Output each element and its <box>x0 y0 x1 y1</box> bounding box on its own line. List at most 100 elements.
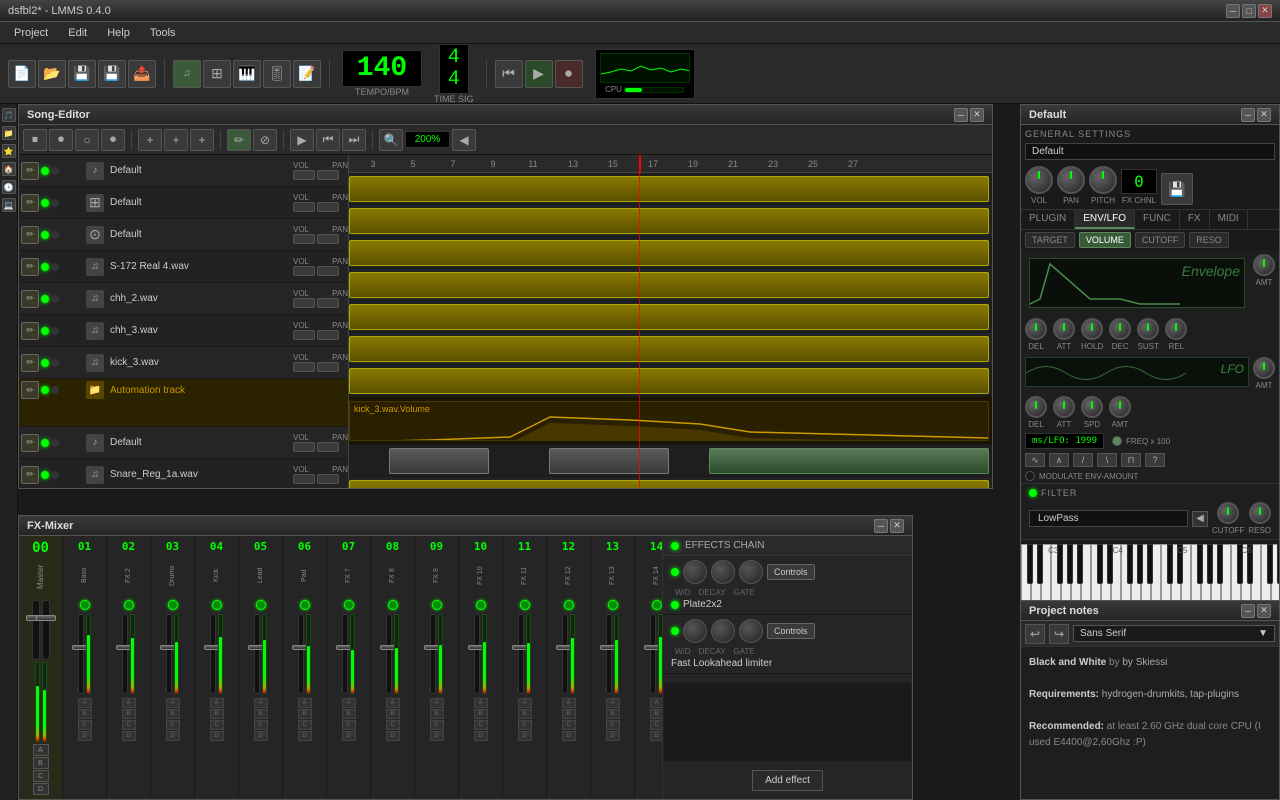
fx-fader-handle-r[interactable] <box>36 615 56 621</box>
fx-ch-enable-07[interactable] <box>344 600 354 610</box>
reso-knob[interactable] <box>1249 502 1271 524</box>
fx-fader-02[interactable] <box>122 614 128 694</box>
ch-send-b-03[interactable]: B <box>166 709 180 719</box>
erase-mode[interactable]: ⊘ <box>253 129 277 151</box>
track-clip[interactable] <box>349 272 989 298</box>
ch-send-d-08[interactable]: D <box>386 731 400 741</box>
ch-send-a-03[interactable]: A <box>166 698 180 708</box>
ch-send-a-10[interactable]: A <box>474 698 488 708</box>
lfo-shape-reverse-saw[interactable]: \ <box>1097 453 1117 467</box>
filter-enable-led[interactable] <box>1029 489 1037 497</box>
piano-black-key[interactable] <box>1037 544 1043 584</box>
ch-send-a-12[interactable]: A <box>562 698 576 708</box>
ch-send-b-09[interactable]: B <box>430 709 444 719</box>
plugin-tab-plugin[interactable]: PLUGIN <box>1021 210 1075 229</box>
piano-black-key[interactable] <box>1267 544 1273 584</box>
piano-roll-btn[interactable]: 🎹 <box>233 60 261 88</box>
ch-send-a[interactable]: A <box>33 744 49 756</box>
track-edit-btn[interactable]: ✏ <box>21 194 39 212</box>
track-edit-btn[interactable]: ✏ <box>21 322 39 340</box>
effect-knob-gate-1[interactable] <box>739 560 763 584</box>
fx-ch-enable-02[interactable] <box>124 600 134 610</box>
track-solo-led[interactable] <box>51 263 59 271</box>
fx-chnl-display[interactable]: 0 <box>1121 169 1157 194</box>
track-mute-led[interactable] <box>41 231 49 239</box>
track-clip[interactable] <box>349 304 989 330</box>
fx-ch-enable-09[interactable] <box>432 600 442 610</box>
ch-send-d-01[interactable]: D <box>78 731 92 741</box>
ch-send-b-12[interactable]: B <box>562 709 576 719</box>
track-solo-led[interactable] <box>51 167 59 175</box>
fx-fader-08[interactable] <box>386 614 392 694</box>
menu-edit[interactable]: Edit <box>58 25 97 41</box>
track-name[interactable]: Default <box>106 437 293 448</box>
piano-black-key[interactable] <box>1107 544 1113 584</box>
effect-knob-decay-1[interactable] <box>711 560 735 584</box>
song-editor-minimize[interactable]: ─ <box>954 108 968 122</box>
pan-knob-mini[interactable] <box>317 298 339 308</box>
ch-send-c-01[interactable]: C <box>78 720 92 730</box>
track-clip[interactable] <box>709 448 989 474</box>
fx-fader-r[interactable] <box>42 600 50 660</box>
new-button[interactable]: 📄 <box>8 60 36 88</box>
notes-redo-btn[interactable]: ↪ <box>1049 624 1069 644</box>
track-clip[interactable] <box>349 368 989 394</box>
lfo-shape-triangle[interactable]: ∧ <box>1049 453 1069 467</box>
fx-ch-enable-03[interactable] <box>168 600 178 610</box>
ch-send-c-04[interactable]: C <box>210 720 224 730</box>
ch-send-a-07[interactable]: A <box>342 698 356 708</box>
ch-send-c-09[interactable]: C <box>430 720 444 730</box>
fx-fader-11[interactable] <box>518 614 524 694</box>
vol-knob-mini[interactable] <box>293 474 315 484</box>
dec-knob[interactable] <box>1109 318 1131 340</box>
piano-black-key[interactable] <box>1247 544 1253 584</box>
fx-fader-04[interactable] <box>210 614 216 694</box>
track-mute-led[interactable] <box>41 327 49 335</box>
notes-font-dropdown[interactable]: Sans Serif ▼ <box>1073 625 1275 642</box>
ch-send-c-12[interactable]: C <box>562 720 576 730</box>
piano-black-key[interactable] <box>1097 544 1103 584</box>
track-solo-led[interactable] <box>51 359 59 367</box>
fx-fader-14[interactable] <box>650 614 656 694</box>
ch-send-a-04[interactable]: A <box>210 698 224 708</box>
ch-send-a-09[interactable]: A <box>430 698 444 708</box>
ch-send-c-08[interactable]: C <box>386 720 400 730</box>
ch-send-c-07[interactable]: C <box>342 720 356 730</box>
ch-send-c[interactable]: C <box>33 770 49 782</box>
track-solo-led[interactable] <box>51 231 59 239</box>
vol-knob-mini[interactable] <box>293 330 315 340</box>
track-edit-btn[interactable]: ✏ <box>21 434 39 452</box>
song-editor-close[interactable]: ✕ <box>970 108 984 122</box>
vol-knob-mini[interactable] <box>293 202 315 212</box>
track-clip[interactable] <box>389 448 489 474</box>
ch-send-a-06[interactable]: A <box>298 698 312 708</box>
fx-ch-enable-13[interactable] <box>608 600 618 610</box>
piano-black-key[interactable] <box>1077 544 1083 584</box>
add-automation-track[interactable]: + <box>164 129 188 151</box>
song-editor-btn[interactable]: ♫ <box>173 60 201 88</box>
pan-knob-mini[interactable] <box>317 234 339 244</box>
track-mute-led[interactable] <box>41 199 49 207</box>
track-edit-btn[interactable]: ✏ <box>21 290 39 308</box>
fx-ch-enable-05[interactable] <box>256 600 266 610</box>
fx-ch-enable-08[interactable] <box>388 600 398 610</box>
ch-send-a-13[interactable]: A <box>606 698 620 708</box>
my-presets-icon[interactable]: ⭐ <box>2 144 16 158</box>
ch-send-b-10[interactable]: B <box>474 709 488 719</box>
fx-fader-07[interactable] <box>342 614 348 694</box>
track-solo-led[interactable] <box>51 439 59 447</box>
export-button[interactable]: 📤 <box>128 60 156 88</box>
rewind-song[interactable]: ⏮ <box>316 129 340 151</box>
track-name[interactable]: Snare_Reg_1a.wav <box>106 469 293 480</box>
filter-direction-btn[interactable]: ◀ <box>1192 511 1208 527</box>
piano-black-key[interactable] <box>1217 544 1223 584</box>
track-name[interactable]: chh_3.wav <box>106 325 293 336</box>
timesig-display[interactable]: 4 4 <box>439 44 469 94</box>
fx-ch-enable-11[interactable] <box>520 600 530 610</box>
add-bb-track[interactable]: + <box>190 129 214 151</box>
pan-knob-mini[interactable] <box>317 474 339 484</box>
piano-black-key[interactable] <box>1137 544 1143 584</box>
ch-send-b-14[interactable]: B <box>650 709 663 719</box>
effect-knob-decay-2[interactable] <box>711 619 735 643</box>
notes-content-area[interactable]: Black and White by by Skiessi Requiremen… <box>1021 647 1279 799</box>
